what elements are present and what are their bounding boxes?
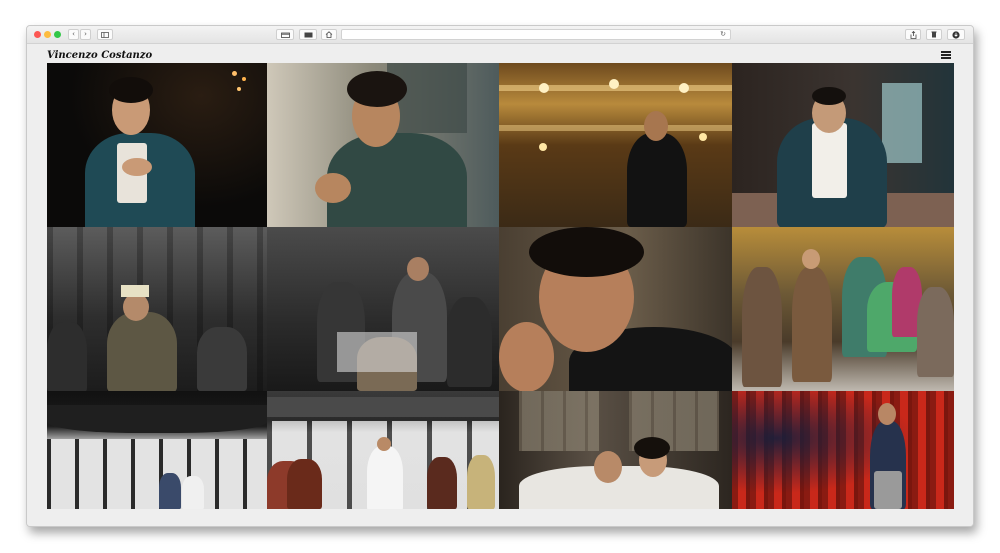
download-progress-button[interactable]	[947, 29, 965, 40]
sidebar-toggle-button[interactable]	[97, 29, 113, 40]
gallery-tile[interactable]	[47, 63, 267, 227]
gallery-tile[interactable]	[732, 391, 954, 509]
close-window-button[interactable]	[34, 31, 41, 38]
forward-button[interactable]: ›	[80, 29, 91, 40]
chevron-left-icon: ‹	[72, 30, 75, 38]
hamburger-menu-icon[interactable]	[941, 51, 951, 59]
tab-overview-button[interactable]	[276, 29, 294, 40]
tabs-icon	[280, 32, 290, 38]
reader-icon	[304, 32, 312, 37]
site-title[interactable]: Vincenzo Costanzo	[47, 50, 152, 61]
chevron-right-icon: ›	[84, 30, 87, 38]
screenshot-canvas: ‹ › ↻ Vincenzo Costanzo	[0, 0, 1000, 553]
address-bar[interactable]: ↻	[341, 29, 731, 40]
minimize-window-button[interactable]	[44, 31, 51, 38]
web-page: Vincenzo Costanzo	[27, 45, 973, 526]
reload-icon[interactable]: ↻	[720, 30, 726, 39]
gallery-tile[interactable]	[267, 63, 499, 227]
gallery-tile[interactable]	[499, 227, 732, 391]
share-button[interactable]	[905, 29, 921, 40]
gallery-tile[interactable]	[47, 227, 267, 391]
gallery-tile[interactable]	[732, 63, 954, 227]
trash-icon	[931, 31, 937, 38]
gallery-tile[interactable]	[47, 391, 267, 509]
downloads-button[interactable]	[926, 29, 942, 40]
home-button[interactable]	[321, 29, 337, 40]
back-button[interactable]: ‹	[68, 29, 79, 40]
share-icon	[910, 30, 916, 39]
download-icon	[952, 30, 960, 39]
reader-button[interactable]	[299, 29, 317, 40]
gallery-tile[interactable]	[267, 391, 499, 509]
browser-toolbar: ‹ › ↻	[27, 26, 973, 44]
photo-gallery	[47, 63, 954, 509]
browser-window: ‹ › ↻ Vincenzo Costanzo	[26, 25, 974, 527]
gallery-tile[interactable]	[499, 63, 732, 227]
gallery-tile[interactable]	[732, 227, 954, 391]
sidebar-icon	[101, 31, 109, 38]
zoom-window-button[interactable]	[54, 31, 61, 38]
gallery-tile[interactable]	[499, 391, 732, 509]
home-icon	[325, 31, 333, 38]
gallery-tile[interactable]	[267, 227, 499, 391]
